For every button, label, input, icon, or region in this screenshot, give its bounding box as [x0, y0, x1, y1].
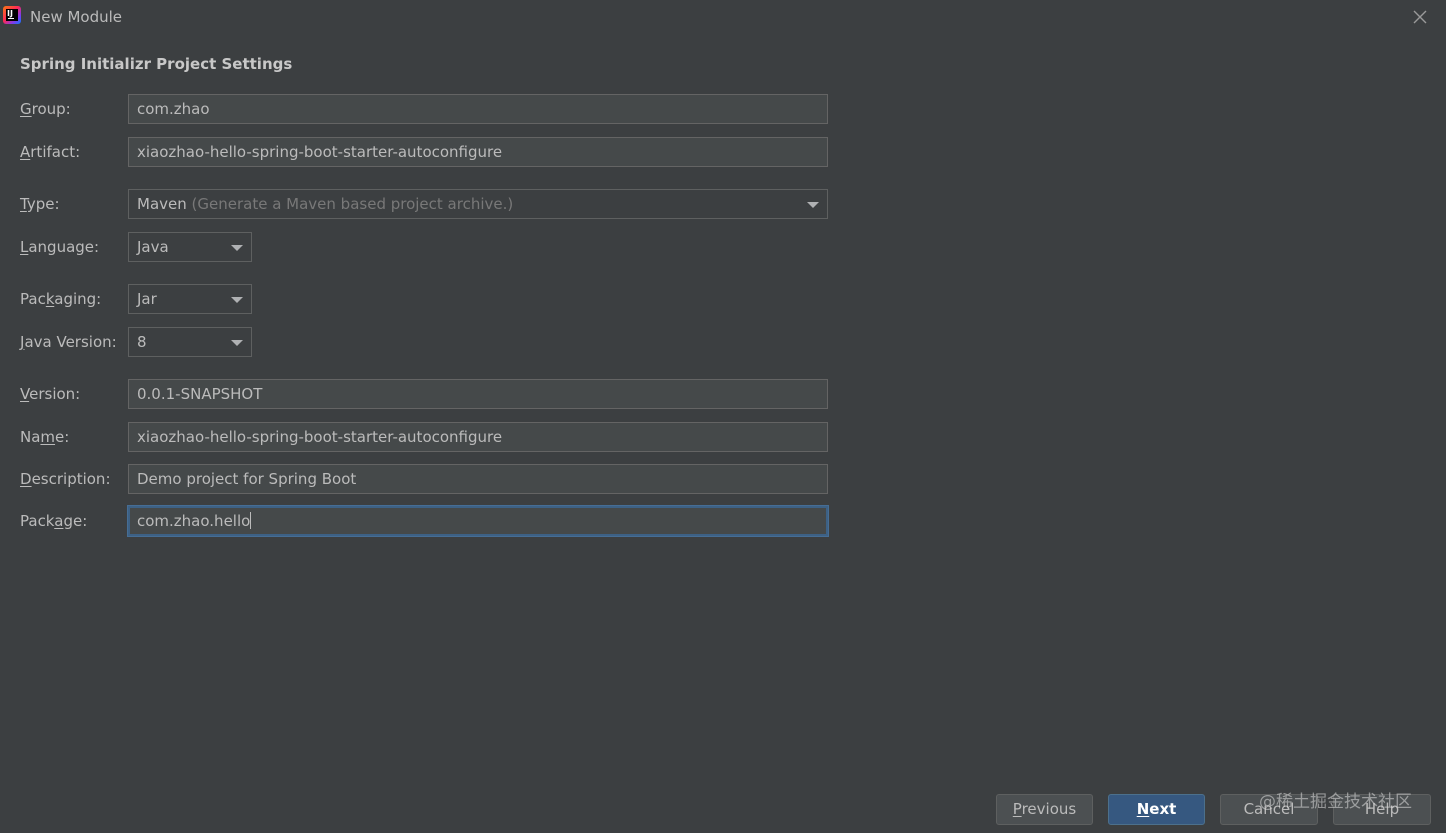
type-hint: (Generate a Maven based project archive.…: [191, 195, 514, 213]
package-label: Package:: [20, 512, 88, 530]
group-label: Group:: [20, 100, 71, 118]
type-dropdown[interactable]: Maven (Generate a Maven based project ar…: [128, 189, 828, 219]
description-row: Description: Demo project for Spring Boo…: [0, 464, 900, 496]
package-field[interactable]: com.zhao.hello: [128, 506, 828, 536]
close-icon[interactable]: [1412, 9, 1428, 25]
type-value: Maven: [137, 195, 187, 213]
package-row: Package: com.zhao.hello: [0, 506, 900, 538]
version-row: Version: 0.0.1-SNAPSHOT: [0, 379, 900, 411]
packaging-label: Packaging:: [20, 290, 102, 308]
chevron-down-icon: [231, 340, 243, 346]
packaging-dropdown[interactable]: Jar: [128, 284, 252, 314]
packaging-value: Jar: [137, 290, 157, 308]
language-label: Language:: [20, 238, 100, 256]
name-label: Name:: [20, 428, 70, 446]
java-version-value: 8: [137, 333, 147, 351]
language-value: Java: [137, 238, 169, 256]
version-field[interactable]: 0.0.1-SNAPSHOT: [128, 379, 828, 409]
new-module-dialog: IJ New Module Spring Initializr Project …: [0, 0, 1446, 833]
java-version-label: Java Version:: [20, 333, 117, 351]
watermark: @稀土掘金技术社区: [1259, 792, 1412, 812]
language-row: Language: Java: [0, 232, 900, 264]
section-title: Spring Initializr Project Settings: [20, 55, 293, 73]
previous-button[interactable]: Previous: [996, 794, 1093, 825]
description-label: Description:: [20, 470, 111, 488]
type-row: Type: Maven (Generate a Maven based proj…: [0, 189, 900, 221]
window-title: New Module: [30, 8, 123, 26]
packaging-row: Packaging: Jar: [0, 284, 900, 316]
name-row: Name: xiaozhao-hello-spring-boot-starter…: [0, 422, 900, 454]
group-field[interactable]: com.zhao: [128, 94, 828, 124]
artifact-label: Artifact:: [20, 143, 81, 161]
chevron-down-icon: [231, 297, 243, 303]
name-field[interactable]: xiaozhao-hello-spring-boot-starter-autoc…: [128, 422, 828, 452]
type-label: Type:: [20, 195, 60, 213]
intellij-idea-icon: IJ: [3, 6, 21, 24]
java-version-dropdown[interactable]: 8: [128, 327, 252, 357]
next-button[interactable]: Next: [1108, 794, 1205, 825]
artifact-field[interactable]: xiaozhao-hello-spring-boot-starter-autoc…: [128, 137, 828, 167]
java-version-row: Java Version: 8: [0, 327, 900, 359]
description-field[interactable]: Demo project for Spring Boot: [128, 464, 828, 494]
title-bar: IJ New Module: [0, 0, 1446, 34]
version-label: Version:: [20, 385, 81, 403]
group-row: Group: com.zhao: [0, 94, 900, 126]
package-value: com.zhao.hello: [137, 512, 251, 530]
chevron-down-icon: [231, 245, 243, 251]
language-dropdown[interactable]: Java: [128, 232, 252, 262]
chevron-down-icon: [807, 202, 819, 208]
artifact-row: Artifact: xiaozhao-hello-spring-boot-sta…: [0, 137, 900, 169]
text-caret: [250, 512, 252, 529]
